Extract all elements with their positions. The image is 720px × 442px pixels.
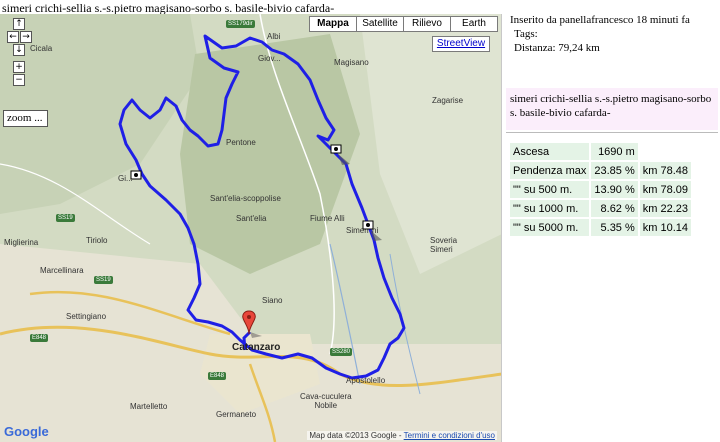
- arrow-up-icon[interactable]: ↑: [13, 18, 25, 30]
- arrow-left-icon[interactable]: ←: [7, 31, 19, 43]
- map-type-mappa-button[interactable]: Mappa: [309, 16, 357, 32]
- place-santelia: Sant'elia: [236, 214, 267, 223]
- road-shield-ss19: SS19: [56, 214, 75, 222]
- streetview-button[interactable]: StreetView: [432, 36, 490, 52]
- tags-label: Tags:: [514, 28, 538, 40]
- elevation-stats-table: Ascesa 1690 m Pendenza max 23.85 % km 78…: [508, 141, 693, 238]
- map-view[interactable]: Albi Giov... Magisano Zagarise Cicala Pe…: [0, 14, 502, 442]
- stat-label: "" su 5000 m.: [510, 219, 590, 236]
- map-type-satellite-button[interactable]: Satellite: [356, 16, 404, 32]
- inserted-by: Inserito da panellafrancesco 18 minuti f…: [510, 14, 690, 26]
- attribution-text: Map data ©2013 Google -: [309, 431, 402, 440]
- photo-marker-icon[interactable]: [130, 170, 142, 184]
- stat-km: km 22.23: [639, 200, 692, 217]
- place-catanzaro: Catanzaro: [232, 342, 281, 353]
- place-cicala: Cicala: [30, 44, 53, 53]
- place-siano: Siano: [262, 296, 283, 305]
- place-miglierina: Miglierina: [4, 238, 39, 247]
- map-type-earth-button[interactable]: Earth: [450, 16, 498, 32]
- table-row: "" su 500 m. 13.90 % km 78.09: [510, 181, 692, 198]
- route-overlay: [118, 34, 406, 380]
- stat-value: 13.90 %: [591, 181, 638, 198]
- table-row: Ascesa 1690 m: [510, 143, 691, 160]
- map-pin-icon[interactable]: [242, 310, 264, 340]
- google-logo-text: Google: [4, 424, 49, 439]
- stat-km: km 78.09: [639, 181, 692, 198]
- place-marcellinara: Marcellinara: [40, 266, 84, 275]
- road-shield-ss19: SS19: [94, 276, 113, 284]
- map-type-rilievo-button[interactable]: Rilievo: [403, 16, 451, 32]
- place-fiume-alli: Fiume Alli: [310, 214, 345, 223]
- stat-value: 8.62 %: [591, 200, 638, 217]
- terms-link[interactable]: Termini e condizioni d'uso: [404, 431, 495, 440]
- place-germaneto: Germaneto: [216, 410, 257, 419]
- zoom-out-icon[interactable]: −: [13, 74, 25, 86]
- place-santelia-scoppolise: Sant'elia-scoppolise: [210, 194, 281, 203]
- distance: Distanza: 79,24 km: [514, 42, 600, 54]
- table-row: Pendenza max 23.85 % km 78.48: [510, 162, 692, 179]
- place-magisano: Magisano: [334, 58, 369, 67]
- place-zagarise: Zagarise: [432, 96, 464, 105]
- place-apostolello: Apostolello: [346, 376, 386, 385]
- route-name: simeri crichi-sellia s.-s.pietro magisan…: [506, 88, 718, 130]
- arrow-right-icon[interactable]: →: [20, 31, 32, 43]
- table-row: "" su 5000 m. 5.35 % km 10.14: [510, 219, 692, 236]
- stat-label: "" su 500 m.: [510, 181, 590, 198]
- route-info: Inserito da panellafrancesco 18 minuti f…: [510, 13, 720, 55]
- stat-label: Ascesa: [510, 143, 590, 160]
- photo-marker-icon[interactable]: [362, 220, 384, 242]
- road-shield-ss280: SS280: [330, 348, 353, 356]
- divider: [506, 132, 718, 133]
- page-title: simeri crichi-sellia s.-s.pietro magisan…: [2, 1, 335, 15]
- place-martelletto: Martelletto: [130, 402, 168, 411]
- table-row: "" su 1000 m. 8.62 % km 22.23: [510, 200, 692, 217]
- stat-value: 23.85 %: [591, 162, 638, 179]
- stat-km: km 10.14: [639, 219, 692, 236]
- place-settingiano: Settingiano: [66, 312, 107, 321]
- stat-km: km 78.48: [639, 162, 692, 179]
- place-tiriolo: Tiriolo: [86, 236, 108, 245]
- map-type-bar: Mappa Satellite Rilievo Earth: [309, 16, 498, 32]
- stat-label: "" su 1000 m.: [510, 200, 590, 217]
- road-shield-e848: E848: [30, 334, 49, 342]
- place-soveria-simeri: Soveria Simeri: [430, 236, 458, 254]
- stat-value: 1690 m: [591, 143, 638, 160]
- zoom-dropdown[interactable]: zoom ...: [3, 110, 48, 127]
- arrow-down-icon[interactable]: ↓: [13, 44, 25, 56]
- place-albi: Albi: [267, 32, 281, 41]
- map-attribution: Map data ©2013 Google - Termini e condiz…: [307, 431, 497, 440]
- zoom-in-icon[interactable]: +: [13, 61, 25, 73]
- place-cava-cuculera-nobile: Cava-cuculera Nobile: [300, 392, 352, 410]
- place-giovino: Giov...: [258, 54, 281, 63]
- google-logo[interactable]: Google: [4, 424, 49, 439]
- road-shield-ss179: SS179dir: [226, 20, 255, 28]
- stat-label: Pendenza max: [510, 162, 590, 179]
- road-shield-e848: E848: [208, 372, 227, 380]
- stat-value: 5.35 %: [591, 219, 638, 236]
- photo-marker-icon[interactable]: [330, 144, 352, 166]
- place-pentone: Pentone: [226, 138, 256, 147]
